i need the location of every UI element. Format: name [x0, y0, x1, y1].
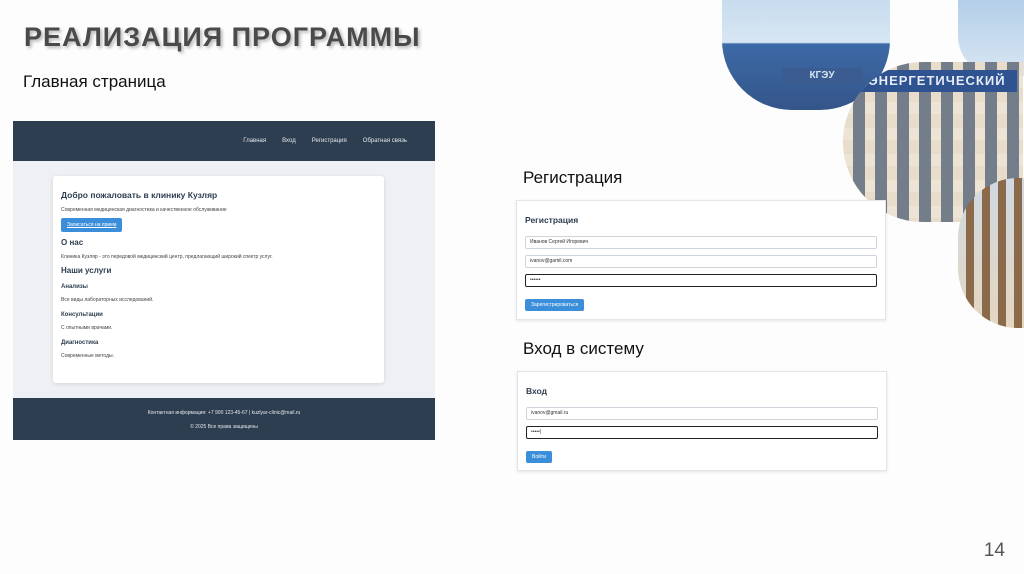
main-nav-bar: Главная Вход Регистрация Обратная связь [13, 121, 435, 161]
service-text: С опытными врачами. [61, 325, 113, 331]
password-field[interactable]: •••••• [525, 274, 877, 287]
login-email-field[interactable]: ivanov@gmail.ru [526, 407, 878, 420]
registration-screenshot: Регистрация Иванов Сергей Игоревич ivano… [516, 200, 886, 320]
slide-title: РЕАЛИЗАЦИЯ ПРОГРАММЫ [24, 22, 421, 52]
main-page-label: Главная страница [23, 72, 166, 91]
main-footer: Контактная информация: +7 900 123-45-67 … [13, 398, 435, 440]
nav-link-login[interactable]: Вход [282, 138, 296, 144]
welcome-card: Добро пожаловать в клинику Кузляр Соврем… [53, 176, 384, 383]
login-password-field[interactable]: •••••| [526, 426, 878, 439]
nav-link-register[interactable]: Регистрация [312, 138, 347, 144]
login-screenshot: Вход ivanov@gmail.ru •••••| Войти [517, 371, 887, 471]
footer-copyright: © 2025 Все права защищены [190, 424, 258, 430]
appointment-button[interactable]: Записаться на прием [61, 218, 123, 232]
email-field[interactable]: ivanov@gamil.com [525, 255, 877, 268]
nav-link-feedback[interactable]: Обратная связь [363, 138, 407, 144]
about-title: О нас [61, 238, 84, 247]
page-number: 14 [983, 540, 1005, 561]
service-text: Все виды лабораторных исследований. [61, 297, 154, 303]
full-name-field[interactable]: Иванов Сергей Игоревич [525, 236, 877, 249]
building-banner: ЭНЕРГЕТИЧЕСКИЙ [857, 70, 1017, 92]
login-form-title: Вход [526, 386, 548, 396]
login-button[interactable]: Войти [526, 451, 552, 463]
register-button[interactable]: Зарегистрироваться [525, 299, 585, 311]
registration-label: Регистрация [523, 168, 623, 187]
about-text: Клиника Кузляр - это передовой медицинск… [61, 254, 273, 260]
service-title: Консультации [61, 312, 103, 318]
service-title: Анализы [61, 284, 88, 290]
main-page-screenshot: Главная Вход Регистрация Обратная связь … [13, 121, 435, 440]
nav-link-home[interactable]: Главная [243, 138, 266, 144]
service-text: Современные методы. [61, 353, 114, 359]
welcome-text: Современная медицинская диагностика и ка… [61, 207, 227, 213]
registration-form-title: Регистрация [525, 215, 579, 225]
services-title: Наши услуги [61, 266, 112, 275]
login-label: Вход в систему [523, 339, 644, 358]
welcome-title: Добро пожаловать в клинику Кузляр [61, 190, 218, 200]
service-title: Диагностика [61, 340, 99, 346]
footer-contacts: Контактная информация: +7 900 123-45-67 … [147, 410, 301, 416]
